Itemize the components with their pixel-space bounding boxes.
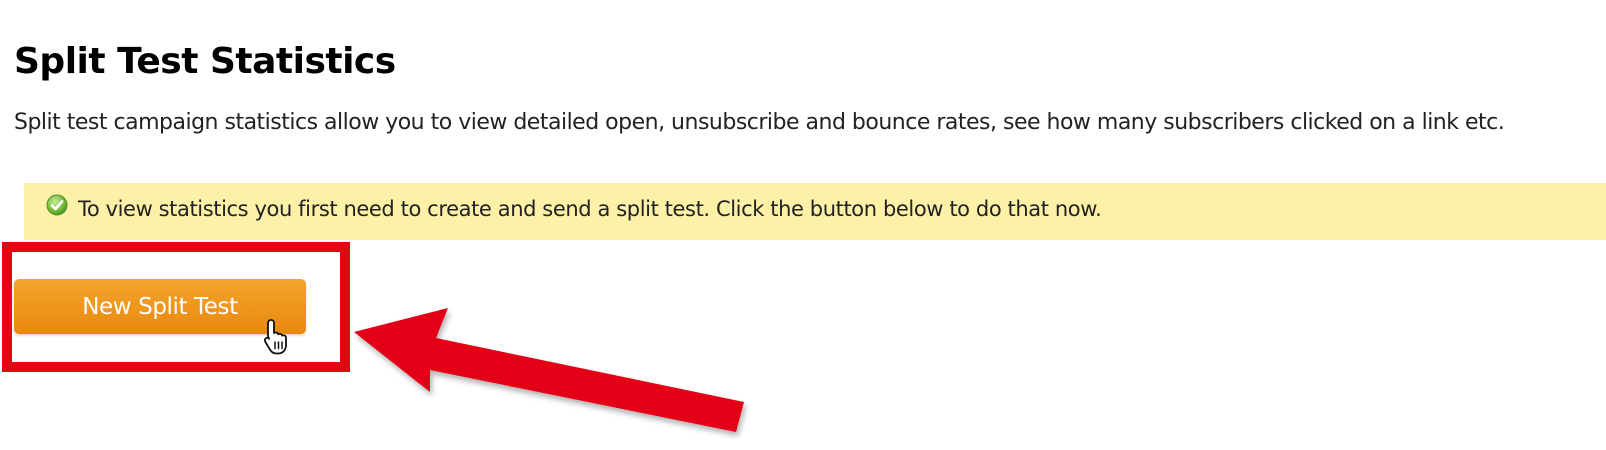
page-title: Split Test Statistics <box>14 41 396 82</box>
page-description: Split test campaign statistics allow you… <box>14 110 1505 135</box>
red-arrow-icon <box>354 308 744 432</box>
notice-text: To view statistics you first need to cre… <box>78 197 1102 221</box>
check-circle-icon <box>46 194 68 216</box>
hand-pointer-icon <box>263 319 287 355</box>
